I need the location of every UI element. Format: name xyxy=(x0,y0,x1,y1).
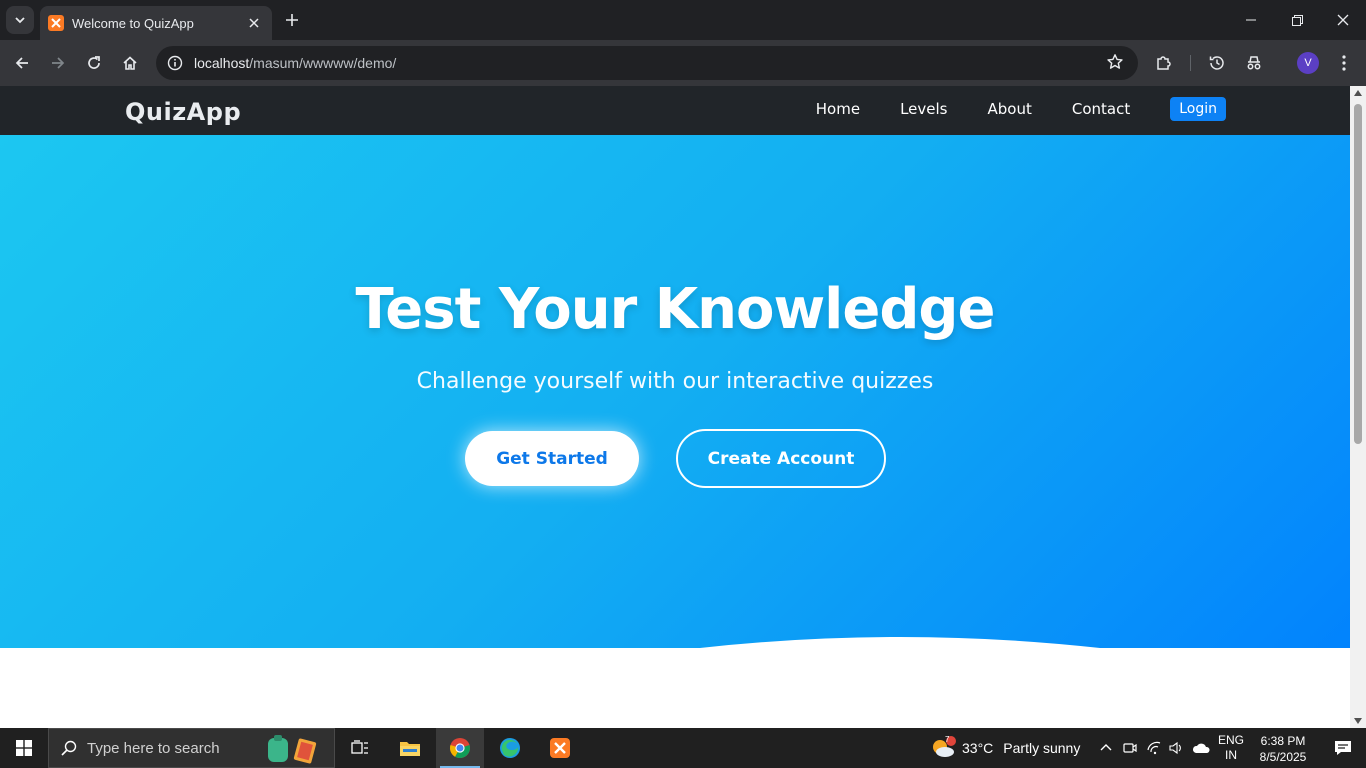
hero-wave-divider xyxy=(0,637,1350,656)
close-icon xyxy=(1337,14,1349,26)
wifi-icon xyxy=(1147,741,1161,755)
hero-heading: Test Your Knowledge xyxy=(355,277,996,342)
scroll-up-arrow-icon[interactable] xyxy=(1354,90,1362,96)
meet-now-button[interactable] xyxy=(1120,728,1140,768)
task-view-icon xyxy=(351,740,368,754)
arrow-left-icon xyxy=(15,57,28,69)
notifications-button[interactable] xyxy=(1320,728,1366,768)
forward-button[interactable] xyxy=(44,49,72,77)
language-indicator[interactable]: ENG IN xyxy=(1216,733,1246,763)
site-info-icon[interactable] xyxy=(166,54,184,72)
nav-home-link[interactable]: Home xyxy=(816,100,860,118)
new-tab-button[interactable] xyxy=(280,8,304,32)
browser-tab-strip: Welcome to QuizApp xyxy=(0,0,1366,40)
start-button[interactable] xyxy=(0,728,48,768)
weather-description: Partly sunny xyxy=(1003,740,1081,756)
system-clock[interactable]: 6:38 PM 8/5/2025 xyxy=(1254,733,1312,765)
taskbar-search-box[interactable]: Type here to search xyxy=(48,728,335,768)
history-icon xyxy=(1209,56,1224,70)
show-hidden-icons-button[interactable] xyxy=(1096,728,1116,768)
reload-icon xyxy=(88,56,100,69)
edge-taskbar-button[interactable] xyxy=(486,728,534,768)
volume-button[interactable] xyxy=(1166,728,1186,768)
region-code: IN xyxy=(1225,748,1237,762)
edge-icon xyxy=(500,738,520,758)
site-navbar: QuizApp Home Levels About Contact Login xyxy=(0,86,1350,135)
language-code: ENG xyxy=(1217,733,1244,747)
plus-icon xyxy=(286,14,298,26)
restore-button[interactable] xyxy=(1274,0,1320,40)
address-bar[interactable]: localhost/masum/wwwww/demo/ xyxy=(156,46,1138,80)
login-button[interactable]: Login xyxy=(1170,97,1226,121)
clock-date: 8/5/2025 xyxy=(1259,750,1307,764)
chevron-up-icon xyxy=(1100,744,1112,751)
nav-links: Home Levels About Contact Login xyxy=(776,97,1226,121)
restore-icon xyxy=(1291,14,1303,26)
onedrive-button[interactable] xyxy=(1190,728,1212,768)
xampp-taskbar-button[interactable] xyxy=(536,728,584,768)
scroll-down-arrow-icon[interactable] xyxy=(1354,718,1362,724)
windows-taskbar: Type here to search 7 33°C Partly sunny xyxy=(0,728,1366,768)
windows-logo-icon xyxy=(16,740,32,756)
incognito-icon xyxy=(1247,56,1261,70)
notification-icon xyxy=(1335,741,1351,755)
search-icon xyxy=(61,740,77,756)
minimize-icon xyxy=(1246,19,1256,21)
close-window-button[interactable] xyxy=(1320,0,1366,40)
page-viewport: QuizApp Home Levels About Contact Login … xyxy=(0,86,1350,728)
reload-button[interactable] xyxy=(80,49,108,77)
more-vertical-icon xyxy=(1342,55,1346,71)
bookmark-star-icon[interactable] xyxy=(1106,53,1124,76)
page-scrollbar[interactable] xyxy=(1350,86,1366,728)
cloud-icon xyxy=(1192,743,1210,753)
minimize-button[interactable] xyxy=(1228,0,1274,40)
weather-temperature: 33°C xyxy=(962,740,994,756)
partly-sunny-icon xyxy=(933,736,956,757)
hero-section: Test Your Knowledge Challenge yourself w… xyxy=(0,135,1350,648)
file-explorer-button[interactable] xyxy=(386,728,434,768)
search-placeholder: Type here to search xyxy=(87,739,220,757)
browser-toolbar: localhost/masum/wwwww/demo/ V xyxy=(0,40,1366,86)
clock-time: 6:38 PM xyxy=(1260,734,1306,748)
hero-subheading: Challenge yourself with our interactive … xyxy=(416,369,934,394)
home-icon xyxy=(123,56,137,70)
create-account-button[interactable]: Create Account xyxy=(676,429,886,488)
weather-badge: 7 xyxy=(945,735,950,744)
get-started-button[interactable]: Get Started xyxy=(465,431,639,486)
profile-avatar[interactable]: V xyxy=(1297,52,1319,74)
arrow-right-icon xyxy=(52,57,65,69)
url-text: localhost/masum/wwwww/demo/ xyxy=(194,55,396,71)
chrome-taskbar-button[interactable] xyxy=(436,728,484,768)
folder-icon xyxy=(400,742,420,756)
chrome-icon xyxy=(450,738,470,759)
xampp-favicon-icon xyxy=(48,15,64,31)
tab-title: Welcome to QuizApp xyxy=(72,15,194,31)
scrollbar-thumb[interactable] xyxy=(1354,104,1362,444)
toolbar-separator xyxy=(1190,55,1191,71)
back-button[interactable] xyxy=(8,49,36,77)
camera-icon xyxy=(1123,743,1137,753)
browser-menu-button[interactable] xyxy=(1330,49,1358,77)
url-path: /masum/wwwww/demo/ xyxy=(249,55,397,71)
history-button[interactable] xyxy=(1203,49,1231,77)
chevron-down-icon xyxy=(15,17,25,24)
search-highlight-icon xyxy=(264,734,324,764)
home-button[interactable] xyxy=(116,49,144,77)
task-view-button[interactable] xyxy=(336,728,384,768)
nav-levels-link[interactable]: Levels xyxy=(900,100,947,118)
url-host: localhost xyxy=(194,55,250,71)
puzzle-icon xyxy=(1157,56,1171,70)
extensions-button[interactable] xyxy=(1150,49,1178,77)
tab-search-button[interactable] xyxy=(6,6,34,34)
speaker-icon xyxy=(1169,741,1181,755)
tab-close-icon[interactable] xyxy=(246,15,262,31)
browser-tab-active[interactable]: Welcome to QuizApp xyxy=(40,6,272,40)
network-button[interactable] xyxy=(1144,728,1164,768)
nav-about-link[interactable]: About xyxy=(988,100,1032,118)
xampp-icon xyxy=(550,738,570,758)
site-brand[interactable]: QuizApp xyxy=(125,98,241,126)
weather-widget[interactable]: 7 33°C Partly sunny xyxy=(930,728,1080,768)
incognito-button[interactable] xyxy=(1240,49,1268,77)
nav-contact-link[interactable]: Contact xyxy=(1072,100,1130,118)
